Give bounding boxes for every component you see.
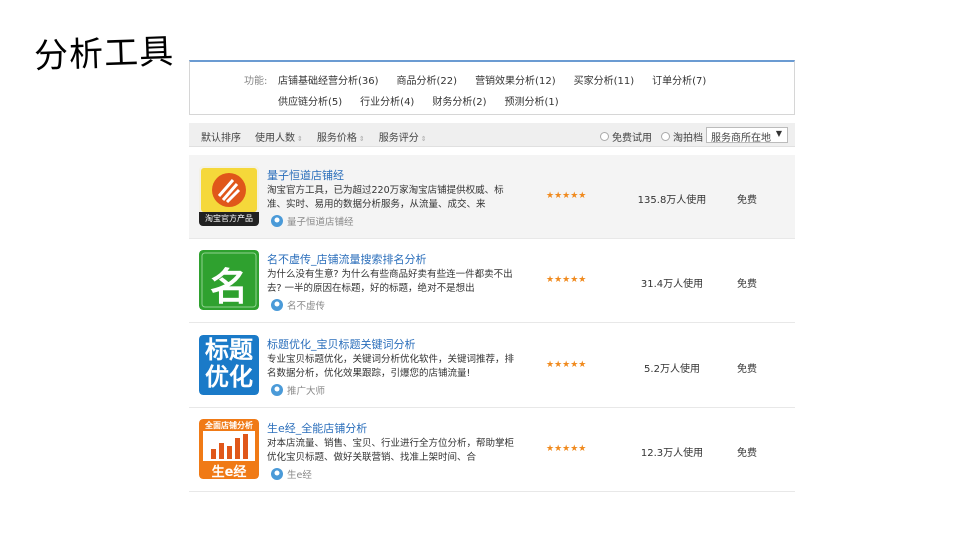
filter-product[interactable]: 商品分析(22) <box>397 72 458 87</box>
sort-bar: 默认排序 使用人数 ⇕ 服务价格 ⇕ 服务评分 ⇕ 免费试用 淘拍档 服务商所在地 ▼ <box>189 123 795 147</box>
sort-rating-label: 服务评分 <box>378 133 419 144</box>
filter-industry[interactable]: 行业分析(4) <box>360 93 414 108</box>
filter-order[interactable]: 订单分析(7) <box>652 72 706 87</box>
app-row: 全面店铺分析 生e经 生e经_全能店铺分析 对本店流量、销售、宝贝、行业进行全方… <box>189 408 795 492</box>
vendor-name: 名不虚传 <box>287 301 326 312</box>
filter-label: 功能: <box>244 76 268 87</box>
icon-caption: 标题优化 <box>205 336 253 391</box>
free-trial-checkbox[interactable]: 免费试用 <box>600 129 652 144</box>
icon-caption: 淘宝官方产品 <box>205 214 253 223</box>
app-description: 为什么没有生意? 为什么有些商品好卖有些连一件都卖不出去? 一半的原因在标题，好… <box>267 269 513 294</box>
rating-stars: ★★★★★ <box>546 360 587 370</box>
icon-caption-2: 生e经 <box>211 465 247 479</box>
ming-icon[interactable]: 名 <box>199 250 259 310</box>
free-trial-label: 免费试用 <box>612 133 652 144</box>
vendor-name: 量子恒道店铺经 <box>287 217 354 228</box>
vendor-avatar-icon <box>271 215 283 227</box>
taopai-checkbox[interactable]: 淘拍档 <box>661 129 703 144</box>
user-count: 135.8万人使用 <box>637 195 707 206</box>
vendor[interactable]: 名不虚传 <box>271 298 325 312</box>
app-description: 对本店流量、销售、宝贝、行业进行全方位分析，帮助掌柜优化宝贝标题、做好关联营销、… <box>267 438 515 463</box>
rating-stars: ★★★★★ <box>546 444 587 454</box>
app-description: 淘宝官方工具，已为超过220万家淘宝店铺提供权威、标准、实时、易用的数据分析服务… <box>267 185 504 210</box>
icon-caption: 名 <box>209 265 248 309</box>
price: 免费 <box>737 364 757 375</box>
taopai-label: 淘拍档 <box>673 133 703 144</box>
vendor-avatar-icon <box>271 384 283 396</box>
filter-buyer[interactable]: 买家分析(11) <box>574 72 635 87</box>
app-name-link[interactable]: 量子恒道店铺经 <box>267 167 344 183</box>
sort-arrow-icon: ⇕ <box>297 135 303 143</box>
sort-users-label: 使用人数 <box>255 133 295 144</box>
app-row: 淘宝官方产品 量子恒道店铺经 淘宝官方工具，已为超过220万家淘宝店铺提供权威、… <box>189 155 795 239</box>
sort-price-label: 服务价格 <box>316 133 357 144</box>
biaoti-icon[interactable]: 标题优化 <box>199 335 259 395</box>
rating-stars: ★★★★★ <box>546 191 587 201</box>
liangzi-icon[interactable]: 淘宝官方产品 <box>199 166 259 226</box>
vendor[interactable]: 生e经 <box>271 467 312 481</box>
user-count: 5.2万人使用 <box>644 364 700 375</box>
app-name-link[interactable]: 生e经_全能店铺分析 <box>267 420 367 436</box>
app-name-link[interactable]: 标题优化_宝贝标题关键词分析 <box>267 336 416 352</box>
sort-default[interactable]: 默认排序 <box>201 129 241 144</box>
app-row: 标题优化 标题优化_宝贝标题关键词分析 专业宝贝标题优化，关键词分析优化软件，关… <box>189 324 795 408</box>
filter-finance[interactable]: 财务分析(2) <box>432 93 486 108</box>
sort-rating[interactable]: 服务评分 ⇕ <box>379 129 427 144</box>
checkbox-icon <box>661 132 670 141</box>
sort-arrow-icon: ⇕ <box>420 135 427 143</box>
filter-row-1: 店铺基础经营分析(36) 商品分析(22) 营销效果分析(12) 买家分析(11… <box>278 72 706 87</box>
filter-supply-chain[interactable]: 供应链分析(5) <box>278 93 342 108</box>
filter-store-basic[interactable]: 店铺基础经营分析(36) <box>278 72 379 87</box>
app-name-link[interactable]: 名不虚传_店铺流量搜索排名分析 <box>267 251 427 267</box>
user-count: 31.4万人使用 <box>640 279 704 290</box>
price: 免费 <box>737 448 757 459</box>
vendor-name: 生e经 <box>287 470 312 481</box>
slide-title: 分析工具 <box>33 31 175 77</box>
location-dropdown[interactable]: 服务商所在地 ▼ <box>706 127 788 144</box>
caret-down-icon: ▼ <box>775 129 782 138</box>
filter-forecast[interactable]: 预测分析(1) <box>505 93 559 108</box>
checkbox-icon <box>600 132 609 141</box>
filter-row-2: 供应链分析(5) 行业分析(4) 财务分析(2) 预测分析(1) <box>278 93 559 108</box>
app-row: 名 名不虚传_店铺流量搜索排名分析 为什么没有生意? 为什么有些商品好卖有些连一… <box>189 239 795 323</box>
vendor-avatar-icon <box>271 468 283 480</box>
vendor[interactable]: 推广大师 <box>271 383 325 397</box>
sort-price[interactable]: 服务价格 ⇕ <box>317 129 365 144</box>
icon-caption: 全面店铺分析 <box>205 421 253 430</box>
price: 免费 <box>737 279 757 290</box>
app-description: 专业宝贝标题优化，关键词分析优化软件，关键词推荐，排名数据分析，优化效果跟踪，引… <box>267 354 515 379</box>
filter-marketing[interactable]: 营销效果分析(12) <box>475 72 556 87</box>
sort-arrow-icon: ⇕ <box>358 135 365 143</box>
vendor-avatar-icon <box>271 299 283 311</box>
vendor-name: 推广大师 <box>287 386 326 397</box>
shengejing-icon[interactable]: 全面店铺分析 生e经 <box>199 419 259 479</box>
rating-stars: ★★★★★ <box>546 275 587 285</box>
location-dropdown-label: 服务商所在地 <box>711 133 771 144</box>
vendor[interactable]: 量子恒道店铺经 <box>271 214 354 228</box>
category-filter-panel: 功能: 店铺基础经营分析(36) 商品分析(22) 营销效果分析(12) 买家分… <box>189 60 795 115</box>
price: 免费 <box>737 195 757 206</box>
user-count: 12.3万人使用 <box>640 448 704 459</box>
sort-users[interactable]: 使用人数 ⇕ <box>255 129 303 144</box>
